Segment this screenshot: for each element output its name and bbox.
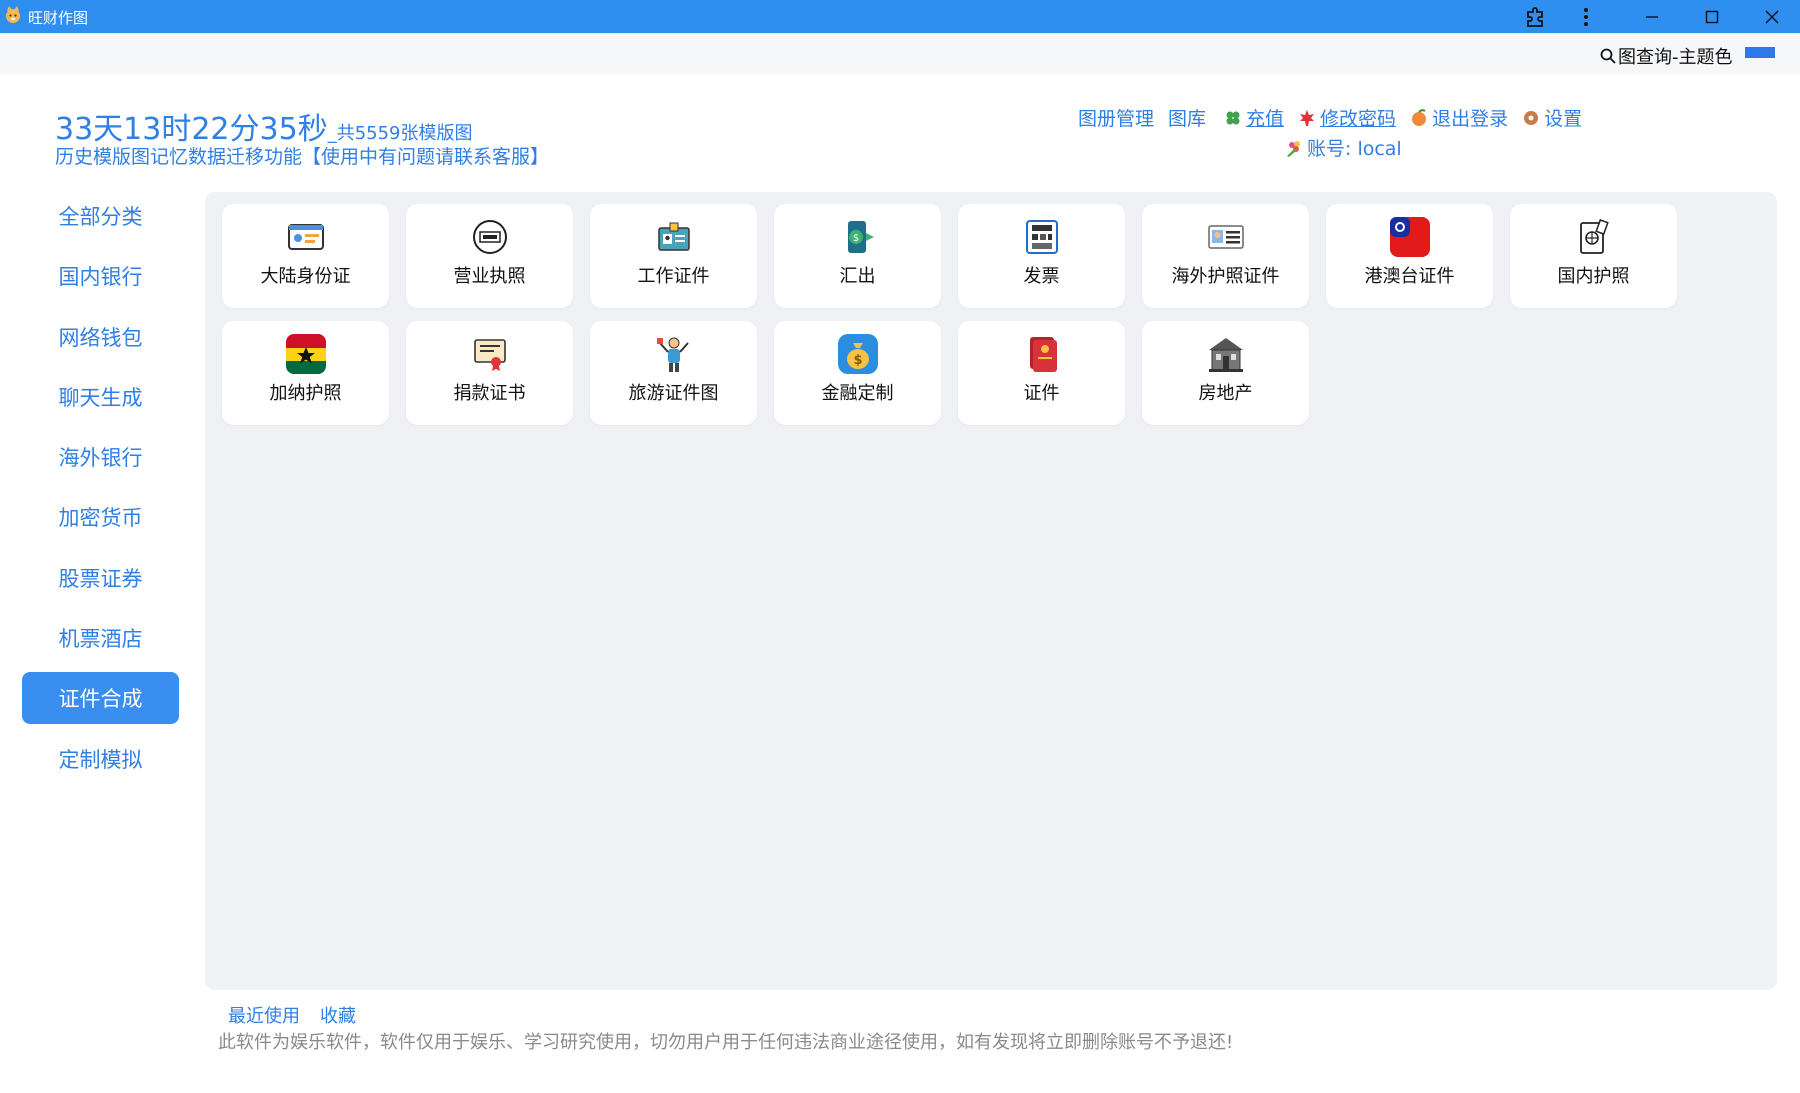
extension-icon[interactable] xyxy=(1515,0,1555,33)
window-title: 旺财作图 xyxy=(28,9,89,27)
theme-color-swatch[interactable] xyxy=(1745,47,1775,58)
template-card[interactable]: 工作证件 xyxy=(590,204,757,308)
template-card-label: 大陆身份证 xyxy=(260,266,351,287)
svg-text:$: $ xyxy=(853,233,859,244)
account-info: 账号: local xyxy=(1285,134,1402,161)
peach-icon xyxy=(1410,108,1428,127)
search-icon xyxy=(1600,48,1616,64)
more-menu-icon[interactable] xyxy=(1566,0,1606,33)
settings-label: 设置 xyxy=(1544,108,1583,130)
certificate-icon xyxy=(469,333,511,375)
template-card-label: 证件 xyxy=(1023,383,1060,404)
sidebar-item-2[interactable]: 网络钱包 xyxy=(22,311,179,363)
template-card-label: 汇出 xyxy=(839,266,876,287)
recharge-label: 充值 xyxy=(1246,108,1285,130)
ghana-flag-icon xyxy=(285,333,327,375)
money-bag-icon: $ xyxy=(837,333,879,375)
template-card[interactable]: 港澳台证件 xyxy=(1326,204,1493,308)
template-count: _共5559张模版图 xyxy=(327,123,473,144)
title-bar: 旺财作图 xyxy=(0,0,1800,33)
sidebar-item-6[interactable]: 股票证券 xyxy=(22,552,179,604)
template-card[interactable]: 国内护照 xyxy=(1510,204,1677,308)
red-booklet-icon xyxy=(1021,333,1063,375)
template-card-label: 房地产 xyxy=(1198,383,1253,404)
template-card-label: 旅游证件图 xyxy=(628,383,719,404)
svg-text:$: $ xyxy=(853,353,862,368)
favorites-link[interactable]: 收藏 xyxy=(320,1002,356,1028)
recent-use-link[interactable]: 最近使用 xyxy=(228,1002,300,1028)
sidebar-item-5[interactable]: 加密货币 xyxy=(22,491,179,543)
template-panel: 大陆身份证 营业执照 工作证件 $ 汇出 发票 海外护照证件 港澳台证件 国内护照加纳护照 捐款证… xyxy=(205,192,1777,990)
migration-notice: 历史模版图记忆数据迁移功能【使用中有问题请联系客服】 xyxy=(55,146,550,168)
template-card-label: 发票 xyxy=(1023,266,1060,287)
template-card-label: 国内护照 xyxy=(1557,266,1630,287)
logout-label: 退出登录 xyxy=(1432,108,1509,130)
recharge-link[interactable]: 充值 xyxy=(1224,104,1284,131)
template-card[interactable]: 发票 xyxy=(958,204,1125,308)
sidebar-item-0[interactable]: 全部分类 xyxy=(22,190,179,242)
header-links: 图册管理 图库 充值 修改密码 退出登录 设置 xyxy=(1078,104,1596,131)
template-card-label: 营业执照 xyxy=(453,266,526,287)
template-card[interactable]: 大陆身份证 xyxy=(222,204,389,308)
house-icon xyxy=(1205,333,1247,375)
sidebar-item-1[interactable]: 国内银行 xyxy=(22,250,179,302)
change-password-link[interactable]: 修改密码 xyxy=(1298,104,1396,131)
template-card-label: 工作证件 xyxy=(637,266,710,287)
template-card[interactable]: 海外护照证件 xyxy=(1142,204,1309,308)
template-card-label: 金融定制 xyxy=(821,383,894,404)
clover-icon xyxy=(1224,109,1242,127)
template-card-label: 捐款证书 xyxy=(453,383,526,404)
template-card[interactable]: $ 汇出 xyxy=(774,204,941,308)
footer-links: 最近使用 收藏 xyxy=(228,1002,376,1028)
album-management-link[interactable]: 图册管理 xyxy=(1078,104,1154,131)
toolbar-strip: 图查询-主题色 xyxy=(0,33,1800,74)
sidebar-item-3[interactable]: 聊天生成 xyxy=(22,371,179,423)
template-card[interactable]: $ 金融定制 xyxy=(774,321,941,425)
search-theme-link[interactable]: 图查询-主题色 xyxy=(1600,43,1733,69)
bouquet-icon xyxy=(1285,139,1303,157)
minimize-icon[interactable] xyxy=(1632,0,1672,33)
work-badge-icon xyxy=(653,216,695,258)
sidebar-item-8[interactable]: 证件合成 xyxy=(22,672,179,725)
maximize-icon[interactable] xyxy=(1692,0,1732,33)
donut-icon xyxy=(1522,109,1540,127)
license-icon xyxy=(469,216,511,258)
template-card[interactable]: 房地产 xyxy=(1142,321,1309,425)
template-card-label: 海外护照证件 xyxy=(1171,266,1280,287)
disclaimer-text: 此软件为娱乐软件，软件仅用于娱乐、学习研究使用，切勿用户用于任何违法商业途径使用… xyxy=(218,1032,1234,1053)
template-card[interactable]: 证件 xyxy=(958,321,1125,425)
sidebar-item-7[interactable]: 机票酒店 xyxy=(22,612,179,664)
template-card[interactable]: 加纳护照 xyxy=(222,321,389,425)
template-card[interactable]: 营业执照 xyxy=(406,204,573,308)
passport-icon xyxy=(1573,216,1615,258)
close-icon[interactable] xyxy=(1752,0,1792,33)
template-card-label: 港澳台证件 xyxy=(1364,266,1455,287)
id-card-icon xyxy=(285,216,327,258)
sidebar-item-9[interactable]: 定制模拟 xyxy=(22,733,179,785)
traveler-icon xyxy=(653,333,695,375)
template-card[interactable]: 旅游证件图 xyxy=(590,321,757,425)
app-logo-icon xyxy=(4,6,22,24)
logout-link[interactable]: 退出登录 xyxy=(1410,104,1508,131)
maple-leaf-icon xyxy=(1298,109,1316,127)
sidebar-item-4[interactable]: 海外银行 xyxy=(22,431,179,483)
search-theme-label: 图查询-主题色 xyxy=(1618,47,1733,68)
flag-icon xyxy=(1389,216,1431,258)
remit-icon: $ xyxy=(837,216,879,258)
settings-link[interactable]: 设置 xyxy=(1522,104,1582,131)
overseas-id-icon xyxy=(1205,216,1247,258)
invoice-icon xyxy=(1021,216,1063,258)
category-sidebar: 全部分类国内银行网络钱包聊天生成海外银行加密货币股票证券机票酒店证件合成定制模拟 xyxy=(22,190,179,793)
gallery-link[interactable]: 图库 xyxy=(1168,104,1206,131)
template-card[interactable]: 捐款证书 xyxy=(406,321,573,425)
account-label: 账号: local xyxy=(1307,138,1402,160)
change-password-label: 修改密码 xyxy=(1320,108,1397,130)
template-card-label: 加纳护照 xyxy=(269,383,342,404)
